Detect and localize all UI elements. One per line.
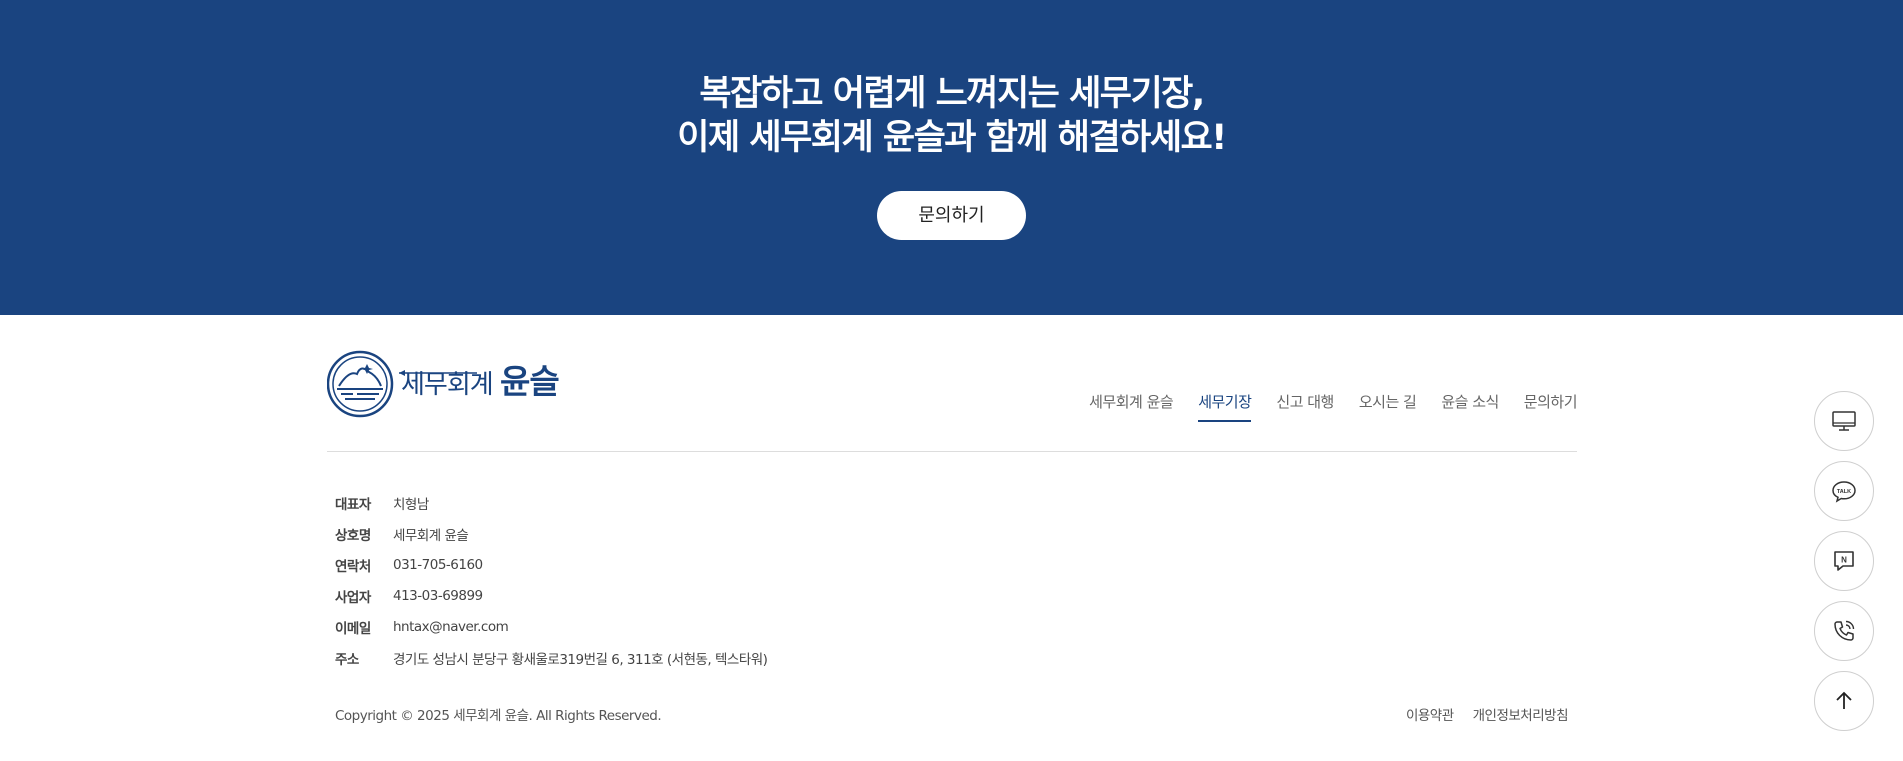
- nav-item-bookkeeping[interactable]: 세무기장: [1198, 390, 1252, 422]
- logo-text-small: 세무회계: [401, 370, 494, 400]
- info-label: 상호명: [335, 527, 371, 544]
- footer-divider: [327, 451, 1577, 452]
- logo-text-big: 윤슬: [499, 362, 560, 401]
- terms-link[interactable]: 이용약관: [1406, 704, 1454, 724]
- privacy-policy-link[interactable]: 개인정보처리방침: [1473, 704, 1569, 724]
- info-value: 031-705-6160: [393, 556, 483, 573]
- info-value: 경기도 성남시 분당구 황새울로319번길 6, 311호 (서현동, 텍스타워…: [393, 651, 768, 668]
- quick-menu-kakao-button[interactable]: TALK: [1814, 461, 1874, 521]
- info-row-email: 이메일 hntax@naver.com: [335, 611, 767, 642]
- policy-links: 이용약관 개인정보처리방침: [1387, 704, 1569, 724]
- info-value: hntax@naver.com: [393, 618, 509, 635]
- arrow-up-icon: [1836, 691, 1852, 709]
- monitor-icon: [1832, 411, 1856, 431]
- info-value: 치형남: [393, 496, 429, 513]
- copyright-text: Copyright © 2025 세무회계 윤슬. All Rights Res…: [335, 708, 662, 724]
- svg-text:TALK: TALK: [1837, 489, 1851, 495]
- nav-item-directions[interactable]: 오시는 길: [1359, 390, 1417, 422]
- info-label: 주소: [335, 651, 359, 668]
- info-row-address: 주소 경기도 성남시 분당구 황새울로319번길 6, 311호 (서현동, 텍…: [335, 642, 768, 673]
- site-footer: [0, 315, 1903, 761]
- nav-item-inquiry[interactable]: 문의하기: [1524, 390, 1578, 422]
- nav-item-filing[interactable]: 신고 대행: [1276, 390, 1334, 422]
- phone-icon: [1834, 620, 1855, 641]
- nav-item-about[interactable]: 세무회계 윤슬: [1089, 390, 1174, 422]
- info-label: 이메일: [335, 620, 371, 637]
- info-value: 413-03-69899: [393, 587, 483, 604]
- scroll-to-top-button[interactable]: [1814, 671, 1874, 731]
- quick-menu-homepage-button[interactable]: [1814, 391, 1874, 451]
- footer-nav: 세무회계 윤슬 세무기장 신고 대행 오시는 길 윤슬 소식 문의하기: [1064, 390, 1578, 422]
- quick-menu-naver-talk-button[interactable]: N: [1814, 531, 1874, 591]
- logo-text[interactable]: 세무회계 윤슬: [401, 362, 560, 405]
- cta-title-line1: 복잡하고 어렵게 느껴지는 세무기장,: [699, 74, 1205, 114]
- quick-menu-call-button[interactable]: [1814, 601, 1874, 661]
- info-row-phone: 연락처 031-705-6160: [335, 549, 767, 580]
- naver-talk-icon: N: [1834, 551, 1854, 571]
- kakao-talk-icon: TALK: [1832, 481, 1856, 503]
- svg-text:N: N: [1841, 556, 1847, 565]
- info-label: 대표자: [335, 496, 371, 513]
- info-value: 세무회계 윤슬: [393, 527, 469, 544]
- cta-title-line2: 이제 세무회계 윤슬과 함께 해결하세요!: [677, 118, 1227, 158]
- inquiry-button[interactable]: 문의하기: [877, 191, 1026, 240]
- info-label: 연락처: [335, 558, 371, 575]
- company-info: 대표자 치형남 상호명 세무회계 윤슬 연락처 031-705-6160 사업자…: [335, 487, 768, 673]
- info-row-company: 상호명 세무회계 윤슬: [335, 518, 767, 549]
- info-label: 사업자: [335, 589, 371, 606]
- info-row-ceo: 대표자 치형남: [335, 487, 767, 518]
- cta-banner: 복잡하고 어렵게 느껴지는 세무기장, 이제 세무회계 윤슬과 함께 해결하세요…: [0, 0, 1903, 315]
- nav-item-news[interactable]: 윤슬 소식: [1441, 390, 1499, 422]
- info-row-business-number: 사업자 413-03-69899: [335, 580, 767, 611]
